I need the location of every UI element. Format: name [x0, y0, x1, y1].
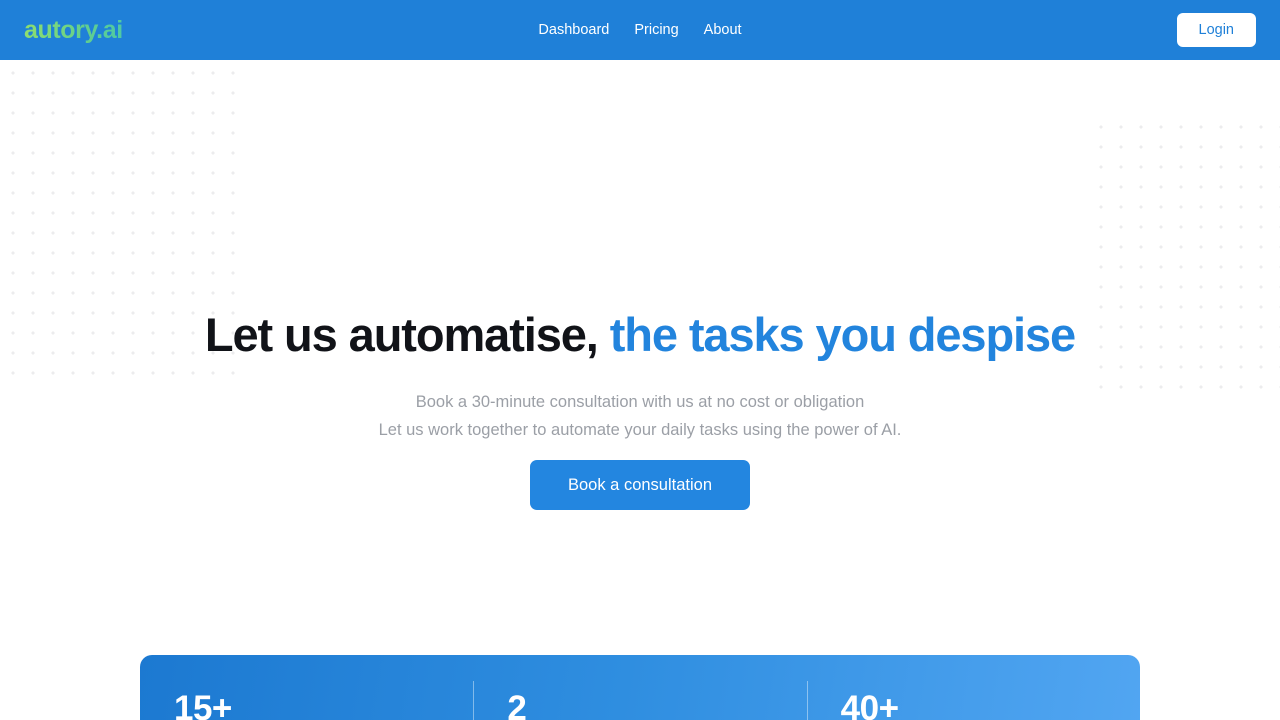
hero-title-accent: the tasks you despise [609, 308, 1076, 361]
hero-title-plain: Let us automatise, [204, 308, 599, 361]
stat-item: 2 [473, 655, 806, 720]
site-header: autory.ai Dashboard Pricing About Login [0, 0, 1280, 60]
login-button[interactable]: Login [1176, 13, 1256, 47]
stat-value: 2 [507, 689, 527, 720]
stat-item: 15+ [140, 655, 473, 720]
hero-subtitle: Book a 30-minute consultation with us at… [0, 388, 1280, 444]
nav-link-pricing[interactable]: Pricing [634, 22, 678, 38]
stat-item: 40+ [806, 655, 1140, 720]
stat-value: 15+ [174, 689, 232, 720]
nav-link-dashboard[interactable]: Dashboard [538, 22, 609, 38]
main-nav: Dashboard Pricing About [538, 22, 741, 38]
hero-subtitle-line-1: Book a 30-minute consultation with us at… [415, 393, 865, 411]
page-title: Let us automatise, the tasks you despise [0, 308, 1280, 362]
book-consultation-button[interactable]: Book a consultation [530, 460, 750, 510]
cta-container: Book a consultation [0, 460, 1280, 510]
brand-logo[interactable]: autory.ai [24, 16, 123, 45]
hero-subtitle-line-2: Let us work together to automate your da… [378, 421, 902, 439]
stats-bar: 15+ 2 40+ [140, 655, 1140, 720]
nav-link-about[interactable]: About [704, 22, 742, 38]
stat-value: 40+ [840, 689, 899, 720]
